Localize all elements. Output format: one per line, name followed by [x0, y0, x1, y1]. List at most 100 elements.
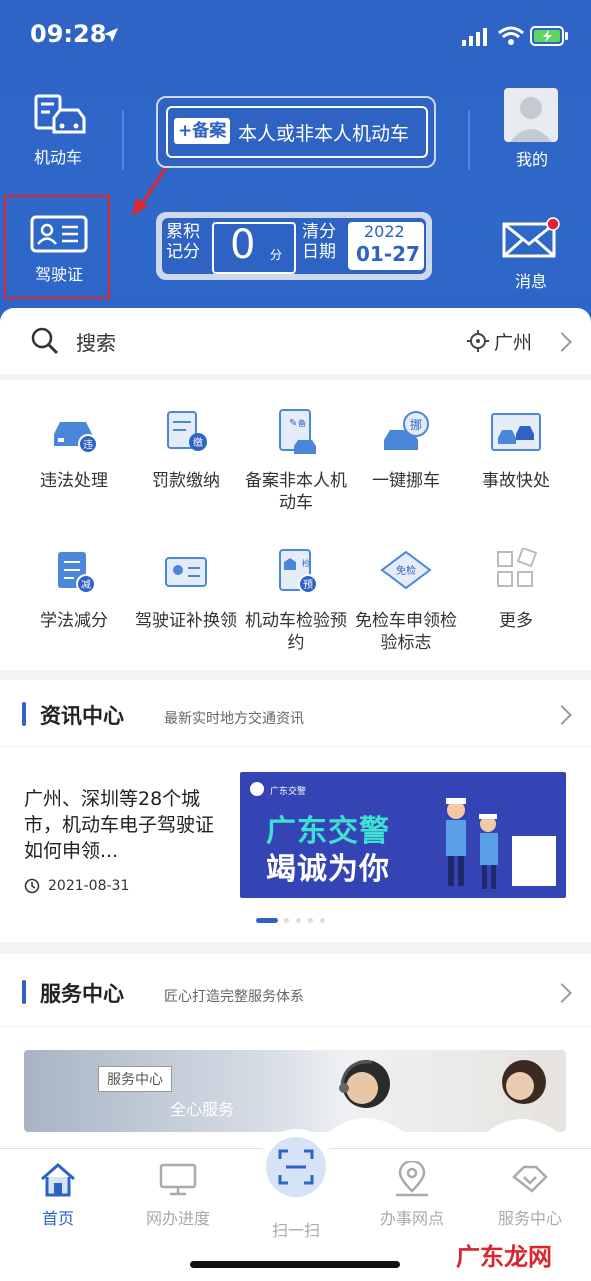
service-license-replace[interactable]: 驾驶证补换领	[130, 548, 242, 632]
car-violation-icon: 违	[54, 422, 98, 454]
service-exempt-label[interactable]: 免检 免检车申领检验标志	[350, 548, 462, 654]
service-move-car[interactable]: 挪 一键挪车	[350, 408, 462, 492]
pager-dot-active	[256, 918, 278, 923]
search-icon	[31, 327, 59, 355]
vehicle-tile[interactable]: 机动车	[18, 92, 98, 168]
pager-dot	[296, 918, 301, 923]
search-input[interactable]: 搜索	[76, 327, 116, 356]
tab-service-center-label: 服务中心	[497, 1209, 562, 1228]
search-bar[interactable]: 搜索 广州	[0, 308, 591, 374]
svg-text:✎: ✎	[289, 418, 297, 429]
clock-icon	[24, 878, 40, 894]
service-more[interactable]: 更多	[460, 546, 572, 632]
svg-text:检: 检	[302, 558, 310, 568]
svg-text:预: 预	[303, 579, 313, 591]
inspection-booking-icon: 检 预	[279, 549, 318, 594]
tab-progress[interactable]: 网办进度	[128, 1161, 228, 1229]
service-label: 更多	[499, 611, 533, 631]
tab-scan[interactable]: 扫一扫	[246, 1129, 346, 1241]
services-grid: 违 违法处理 缴 罚款缴纳 ✎备 备案非本人机动车 挪 一键挪车 事故快处 减	[0, 380, 591, 670]
divider	[0, 1026, 591, 1027]
news-article-title[interactable]: 广州、深圳等28个城市，机动车电子驾驶证如何申领...	[24, 786, 220, 864]
license-tile[interactable]: 驾驶证	[4, 195, 110, 299]
points-label: 累积 记分	[166, 222, 200, 262]
pager-dot	[320, 918, 325, 923]
news-accent-bar	[22, 702, 26, 726]
vehicle-tile-label: 机动车	[33, 148, 82, 167]
clear-date: 01-27	[356, 242, 420, 266]
license-tile-label: 驾驶证	[34, 265, 83, 284]
home-indicator	[190, 1261, 400, 1268]
service-violation[interactable]: 违 违法处理	[18, 408, 130, 492]
scan-button-outer	[258, 1129, 334, 1205]
divider	[122, 110, 124, 170]
fine-bill-icon: 缴	[167, 411, 207, 451]
service-center-title: 服务中心	[40, 982, 124, 1006]
svg-text:挪: 挪	[410, 418, 422, 432]
news-article-date: 2021-08-31	[48, 878, 130, 894]
service-accident[interactable]: 事故快处	[460, 408, 572, 492]
service-center-section: 服务中心 匠心打造完整服务体系 服务中心 全心服务	[0, 954, 591, 1154]
tab-home[interactable]: 首页	[8, 1161, 108, 1229]
chevron-right-icon[interactable]	[552, 983, 572, 1003]
chevron-right-icon[interactable]	[552, 705, 572, 725]
clear-label-line2: 日期	[302, 242, 336, 262]
map-pin-icon	[396, 1161, 428, 1197]
profile-button[interactable]: 我的	[504, 88, 560, 170]
tab-scan-label: 扫一扫	[271, 1221, 320, 1240]
message-button[interactable]: 消息	[500, 216, 562, 292]
record-tag: +备案	[174, 118, 231, 144]
city-selector[interactable]: 广州	[494, 328, 532, 355]
move-car-icon: 挪	[384, 411, 429, 450]
divider	[0, 746, 591, 747]
handshake-icon	[512, 1165, 548, 1193]
service-study-deduct[interactable]: 减 学法减分	[18, 548, 130, 632]
banner-text-2: 竭诚为你	[266, 852, 390, 887]
message-label: 消息	[514, 272, 547, 291]
tab-offices[interactable]: 办事网点	[362, 1161, 462, 1229]
tab-progress-label: 网办进度	[145, 1209, 210, 1228]
location-arrow-icon	[104, 28, 118, 42]
clear-year: 2022	[364, 222, 405, 241]
operator-illustration	[328, 1060, 404, 1132]
service-center-banner[interactable]: 服务中心 全心服务	[24, 1050, 566, 1132]
service-label: 罚款缴纳	[152, 471, 220, 491]
service-label: 事故快处	[482, 471, 550, 491]
points-unit: 分	[270, 248, 283, 262]
tab-service-center[interactable]: 服务中心	[480, 1161, 580, 1229]
news-section: 资讯中心 最新实时地方交通资讯 广州、深圳等28个城市，机动车电子驾驶证如何申领…	[0, 680, 591, 942]
service-inspection-booking[interactable]: 检 预 机动车检验预约	[240, 548, 352, 654]
status-time: 09:28	[30, 20, 107, 48]
service-label: 违法处理	[40, 471, 108, 491]
avatar	[504, 88, 558, 142]
service-label: 备案非本人机动车	[245, 471, 347, 513]
svg-text:备: 备	[298, 418, 306, 428]
service-label: 机动车检验预约	[245, 611, 347, 653]
battery-icon	[530, 26, 568, 46]
police-officers-illustration	[446, 798, 498, 889]
service-register-vehicle[interactable]: ✎ 备 备案非本人机动车	[240, 408, 352, 514]
svg-text:免检: 免检	[396, 564, 416, 577]
clear-label-line1: 清分	[302, 222, 336, 242]
news-banner[interactable]: 广东交警 广东交警 竭诚为你	[240, 772, 566, 898]
scan-icon	[278, 1149, 314, 1185]
license-replace-icon	[165, 557, 207, 587]
record-document-icon: ✎ 备	[279, 409, 316, 454]
service-center-subtitle: 匠心打造完整服务体系	[164, 989, 304, 1005]
service-fine-payment[interactable]: 缴 罚款缴纳	[130, 408, 242, 492]
points-value: 0	[230, 222, 256, 268]
record-plate[interactable]: +备案 本人或非本人机动车	[156, 96, 436, 168]
tab-offices-label: 办事网点	[379, 1209, 444, 1228]
record-text: 本人或非本人机动车	[238, 123, 410, 145]
pager-dot	[308, 918, 313, 923]
divider	[468, 110, 470, 170]
watermark: 广东龙网	[456, 1243, 552, 1271]
user-avatar-icon	[510, 97, 552, 142]
points-plate[interactable]: 累积 记分 0 分 清分 日期 2022 01-27	[156, 212, 432, 280]
header: 09:28 机动车 驾驶证 +备案 本人或非本人机动车 累积 记分 0 分 清分…	[0, 0, 591, 330]
news-title: 资讯中心	[40, 704, 124, 728]
news-subtitle: 最新实时地方交通资讯	[164, 711, 304, 727]
license-card-icon	[30, 215, 88, 253]
service-label: 学法减分	[40, 611, 108, 631]
service-center-banner-tag: 服务中心	[98, 1066, 172, 1092]
